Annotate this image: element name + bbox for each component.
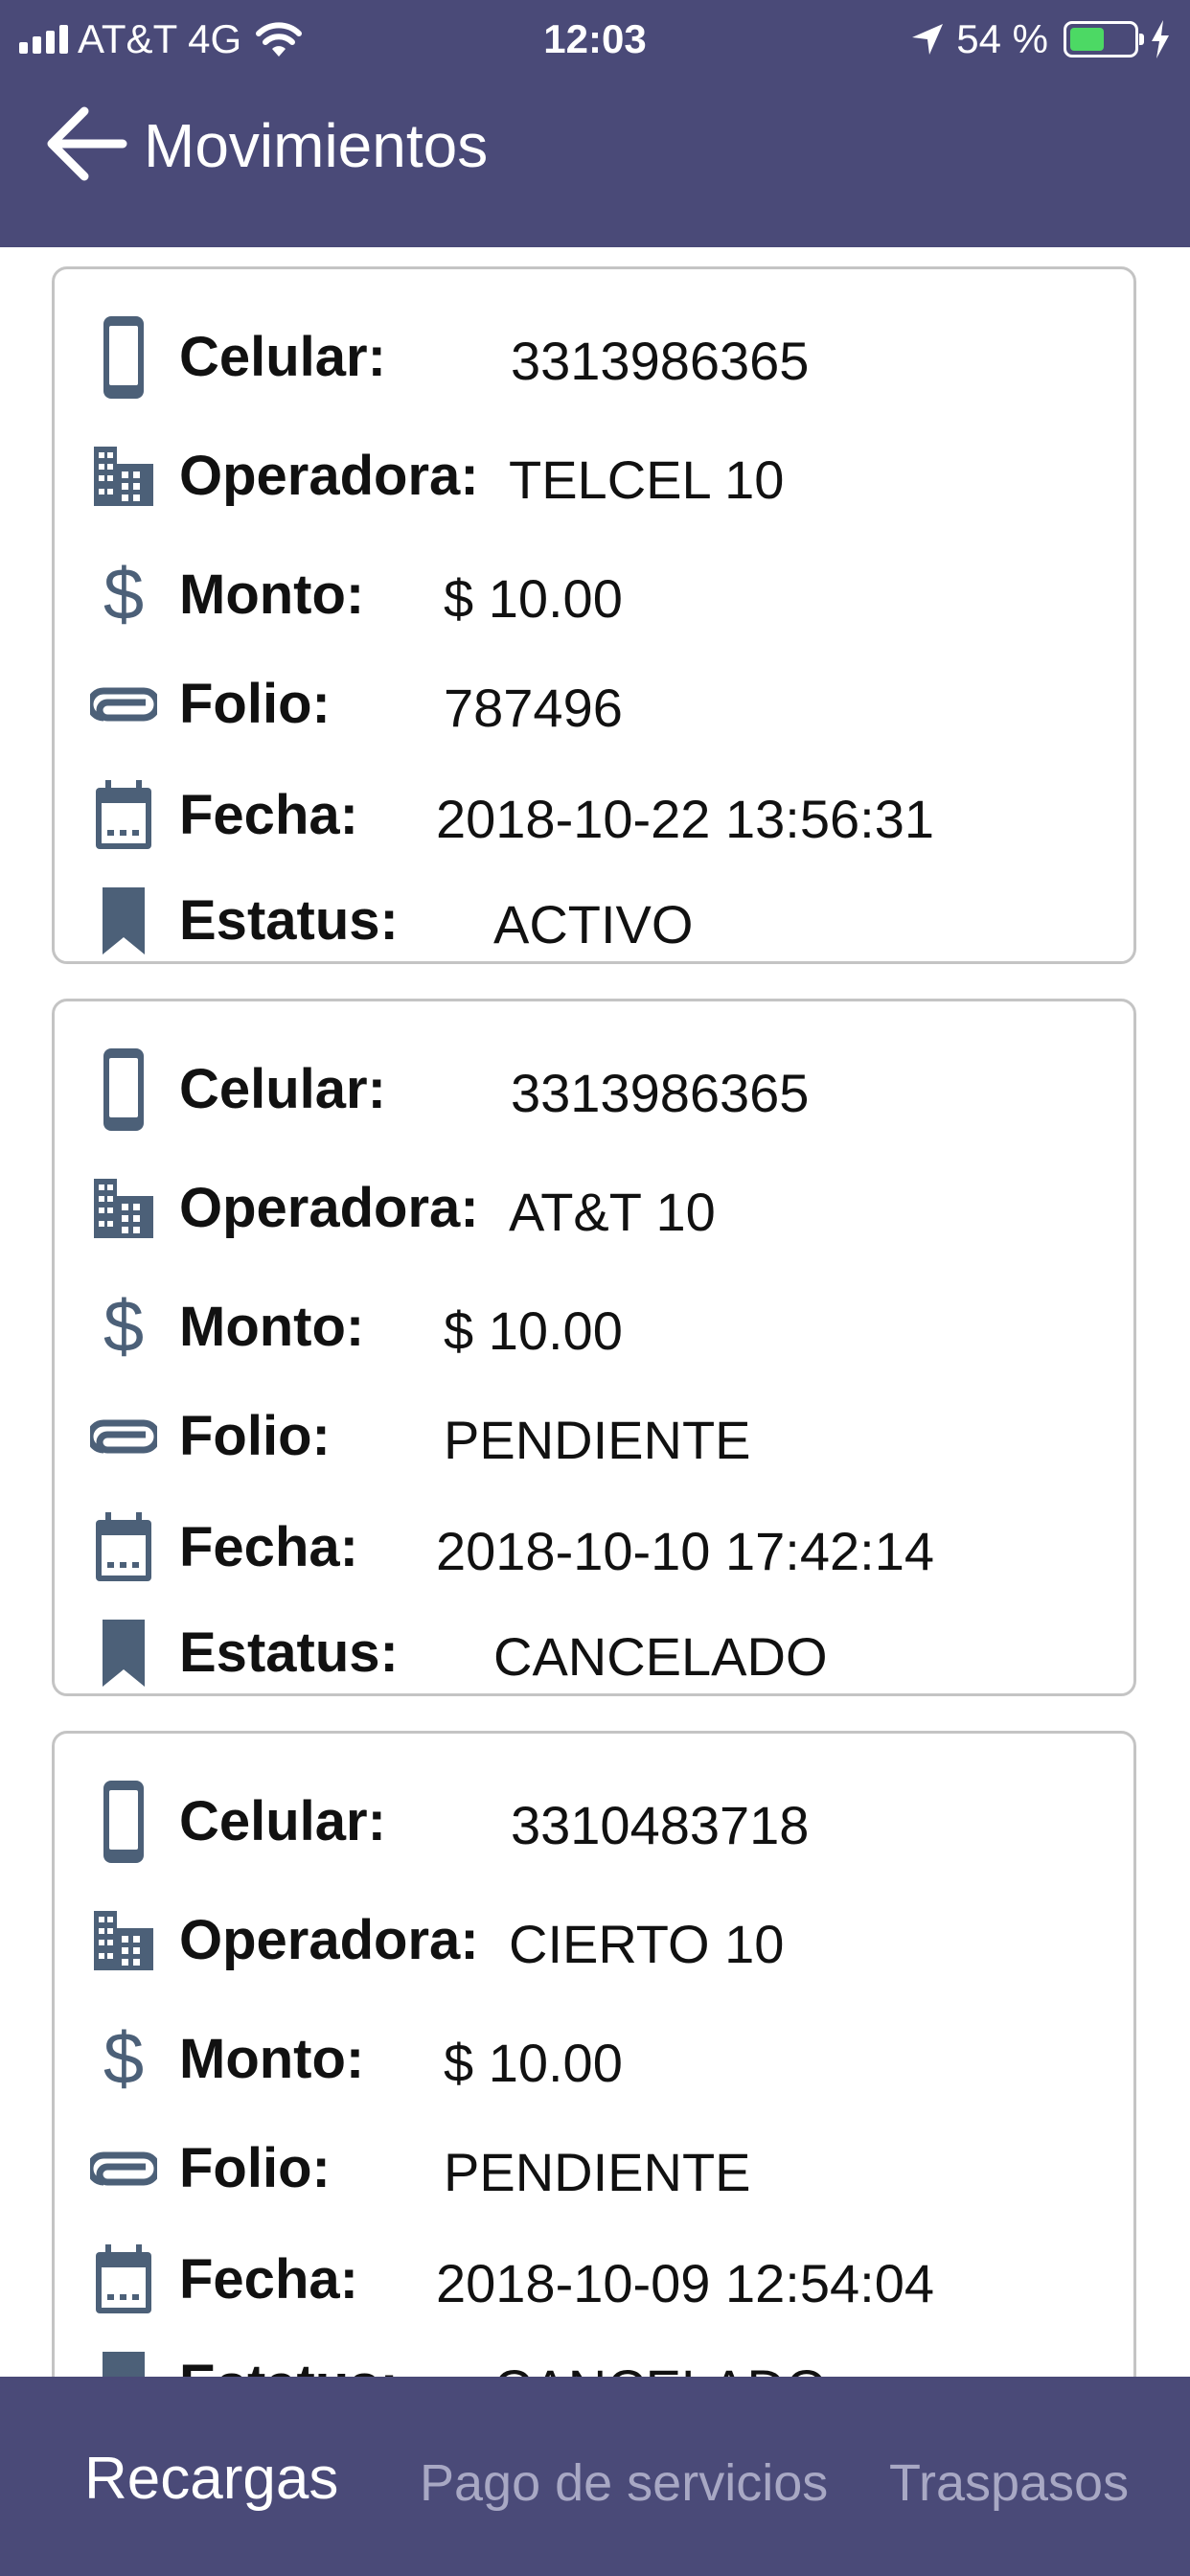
row-folio: Folio: PENDIENTE <box>55 2121 1133 2217</box>
header: AT&T 4G 12:03 54 % Movimientos <box>0 0 1190 247</box>
tab-recargas[interactable]: Recargas <box>84 2448 338 2511</box>
charging-bolt-icon <box>1152 20 1169 58</box>
bookmark-icon <box>85 2337 162 2377</box>
monto-value: $ 10.00 <box>444 2033 623 2093</box>
row-operadora: Operadora: CIERTO 10 <box>55 1893 1133 1989</box>
paperclip-icon <box>85 2121 162 2217</box>
row-estatus: Estatus: ACTIVO <box>55 873 1133 969</box>
folio-label: Folio: <box>179 2137 331 2199</box>
dollar-icon: $ <box>103 1286 145 1368</box>
folio-label: Folio: <box>179 1405 331 1467</box>
bookmark-icon <box>85 873 162 969</box>
folio-value: PENDIENTE <box>444 2142 751 2202</box>
operadora-value: AT&T 10 <box>509 1182 716 1242</box>
celular-label: Celular: <box>179 1790 386 1852</box>
celular-value: 3310483718 <box>511 1795 810 1855</box>
row-monto: $ Monto: $ 10.00 <box>55 2012 1133 2107</box>
tab-traspasos[interactable]: Traspasos <box>889 2451 1129 2515</box>
building-icon <box>85 1893 162 1989</box>
estatus-value: CANCELADO <box>493 2358 828 2377</box>
building-icon <box>85 428 162 524</box>
fecha-value: 2018-10-10 17:42:14 <box>436 1521 934 1581</box>
operadora-label: Operadora: <box>179 1909 479 1971</box>
row-folio: Folio: 787496 <box>55 656 1133 752</box>
transaction-card[interactable]: Celular: 3313986365 Operadora: AT&T 10 $… <box>52 999 1136 1696</box>
monto-label: Monto: <box>179 1296 365 1358</box>
fecha-label: Fecha: <box>179 2248 358 2311</box>
arrow-left-icon <box>47 106 127 181</box>
operadora-label: Operadora: <box>179 1177 479 1239</box>
monto-value: $ 10.00 <box>444 568 623 629</box>
row-fecha: Fecha: 2018-10-22 13:56:31 <box>55 768 1133 863</box>
folio-value: 787496 <box>444 678 623 738</box>
dollar-icon: $ <box>103 554 145 635</box>
battery-percent: 54 % <box>956 16 1048 61</box>
row-monto: $ Monto: $ 10.00 <box>55 1279 1133 1375</box>
row-celular: Celular: 3310483718 <box>55 1774 1133 1870</box>
status-right: 54 % <box>910 13 1171 65</box>
bookmark-icon <box>85 1605 162 1701</box>
calendar-icon <box>85 768 162 863</box>
row-celular: Celular: 3313986365 <box>55 1042 1133 1138</box>
fecha-label: Fecha: <box>179 784 358 846</box>
row-operadora: Operadora: TELCEL 10 <box>55 428 1133 524</box>
calendar-icon <box>85 2232 162 2328</box>
row-fecha: Fecha: 2018-10-10 17:42:14 <box>55 1500 1133 1596</box>
row-estatus: Estatus: CANCELADO <box>55 2337 1133 2377</box>
estatus-label: Estatus: <box>179 1622 399 1684</box>
monto-label: Monto: <box>179 2028 365 2090</box>
transaction-card[interactable]: Celular: 3310483718 Operadora: CIERTO 10… <box>52 1731 1136 2377</box>
operadora-value: TELCEL 10 <box>509 449 785 510</box>
mobile-phone-icon <box>85 1042 162 1138</box>
tab-pago-de-servicios[interactable]: Pago de servicios <box>420 2451 828 2515</box>
paperclip-icon <box>85 1389 162 1484</box>
celular-value: 3313986365 <box>511 331 810 391</box>
operadora-label: Operadora: <box>179 445 479 507</box>
folio-label: Folio: <box>179 673 331 735</box>
monto-value: $ 10.00 <box>444 1300 623 1361</box>
transaction-card[interactable]: Celular: 3313986365 Operadora: TELCEL 10… <box>52 266 1136 964</box>
celular-label: Celular: <box>179 326 386 388</box>
fecha-value: 2018-10-22 13:56:31 <box>436 789 934 849</box>
estatus-value: ACTIVO <box>493 894 694 954</box>
row-operadora: Operadora: AT&T 10 <box>55 1161 1133 1256</box>
row-folio: Folio: PENDIENTE <box>55 1389 1133 1484</box>
row-estatus: Estatus: CANCELADO <box>55 1605 1133 1701</box>
bottom-tab-bar: Recargas Pago de servicios Traspasos <box>0 2377 1190 2576</box>
battery-icon <box>1064 21 1144 58</box>
estatus-label: Estatus: <box>179 889 399 952</box>
dollar-icon: $ <box>103 2018 145 2100</box>
fecha-label: Fecha: <box>179 1516 358 1578</box>
row-fecha: Fecha: 2018-10-09 12:54:04 <box>55 2232 1133 2328</box>
back-button[interactable] <box>42 96 138 192</box>
row-celular: Celular: 3313986365 <box>55 310 1133 405</box>
celular-value: 3313986365 <box>511 1063 810 1123</box>
estatus-label: Estatus: <box>179 2355 399 2378</box>
paperclip-icon <box>85 656 162 752</box>
operadora-value: CIERTO 10 <box>509 1914 785 1974</box>
location-arrow-icon <box>912 24 944 55</box>
status-bar: AT&T 4G 12:03 54 % <box>0 0 1190 79</box>
building-icon <box>85 1161 162 1256</box>
celular-label: Celular: <box>179 1058 386 1120</box>
battery-fill <box>1070 28 1104 51</box>
transaction-list[interactable]: Celular: 3313986365 Operadora: TELCEL 10… <box>0 247 1190 2377</box>
fecha-value: 2018-10-09 12:54:04 <box>436 2253 934 2313</box>
page-title: Movimientos <box>144 111 489 180</box>
row-monto: $ Monto: $ 10.00 <box>55 547 1133 643</box>
folio-value: PENDIENTE <box>444 1410 751 1470</box>
monto-label: Monto: <box>179 564 365 626</box>
estatus-value: CANCELADO <box>493 1626 828 1687</box>
nav-bar: Movimientos <box>0 88 1190 203</box>
mobile-phone-icon <box>85 310 162 405</box>
mobile-phone-icon <box>85 1774 162 1870</box>
calendar-icon <box>85 1500 162 1596</box>
